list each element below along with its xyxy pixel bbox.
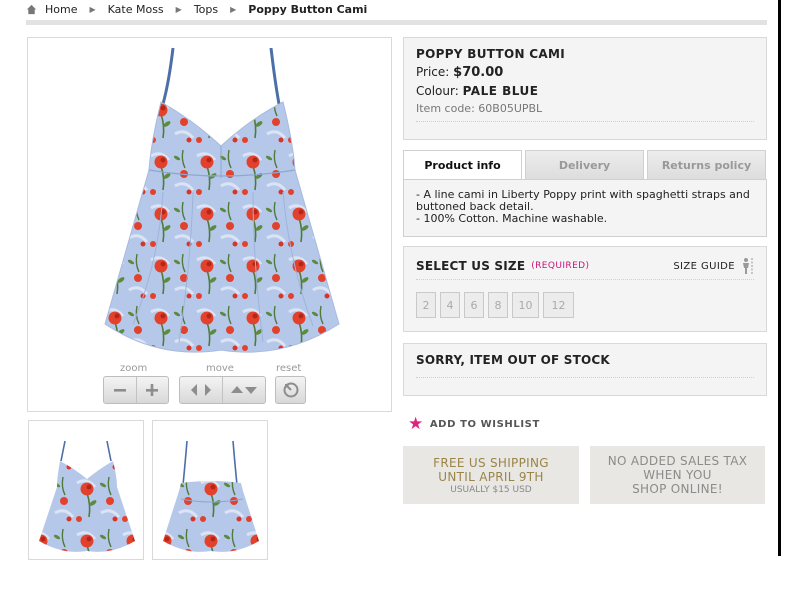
tab-returns-policy[interactable]: Returns policy <box>647 150 766 180</box>
size-option-8[interactable]: 8 <box>488 292 508 318</box>
zoom-label: zoom <box>120 363 148 374</box>
shipping-line-2: UNTIL APRIL 9TH <box>438 469 544 484</box>
tab-product-info[interactable]: Product info <box>403 150 522 180</box>
breadcrumb: Home ▶ Kate Moss ▶ Tops ▶ Poppy Button C… <box>26 2 367 16</box>
product-main-image[interactable] <box>103 42 373 364</box>
thumbnail-back[interactable] <box>152 420 268 560</box>
minus-icon <box>113 389 126 392</box>
size-options: 2 4 6 8 10 12 <box>416 292 754 318</box>
figure-icon <box>743 258 753 274</box>
size-selector: SELECT US SIZE (REQUIRED) SIZE GUIDE 2 4… <box>403 246 767 332</box>
price-label: Price: <box>416 65 450 79</box>
breadcrumb-tops[interactable]: Tops <box>194 3 218 16</box>
home-icon[interactable] <box>26 4 37 15</box>
description-line-2: - 100% Cotton. Machine washable. <box>416 212 608 225</box>
arrow-up-down-icon <box>231 386 257 394</box>
breadcrumb-separator-icon: ▶ <box>175 4 182 14</box>
price-value: $70.00 <box>453 65 504 80</box>
zoom-out-button[interactable] <box>104 377 137 403</box>
breadcrumb-kate-moss[interactable]: Kate Moss <box>108 3 164 16</box>
move-label: move <box>206 363 234 374</box>
product-summary: POPPY BUTTON CAMI Price: $70.00 Colour: … <box>403 37 767 140</box>
tab-delivery[interactable]: Delivery <box>525 150 644 180</box>
tab-panel-product-info: - A line cami in Liberty Poppy print wit… <box>403 179 767 237</box>
reset-control <box>275 376 306 404</box>
move-vertical-button[interactable] <box>223 377 265 403</box>
move-horizontal-button[interactable] <box>180 377 223 403</box>
tax-line-1: NO ADDED SALES TAX <box>607 454 748 468</box>
size-title: SELECT US SIZE <box>416 259 526 273</box>
thumbnail-front-image <box>39 440 135 552</box>
wishlist-label: ADD TO WISHLIST <box>429 418 540 430</box>
colour-value: PALE BLUE <box>462 84 539 98</box>
plus-icon <box>146 384 159 396</box>
top-divider <box>26 20 767 25</box>
size-guide-label: SIZE GUIDE <box>673 260 735 272</box>
size-divider <box>416 279 754 280</box>
shipping-note: USUALLY $15 USD <box>450 484 532 495</box>
thumbnail-back-image <box>163 440 259 552</box>
size-option-10[interactable]: 10 <box>512 292 539 318</box>
reset-button[interactable] <box>276 377 305 403</box>
free-shipping-banner[interactable]: FREE US SHIPPING UNTIL APRIL 9TH USUALLY… <box>403 446 579 504</box>
colour-label: Colour: <box>416 84 459 98</box>
no-sales-tax-banner[interactable]: NO ADDED SALES TAX WHEN YOU SHOP ONLINE! <box>590 446 765 504</box>
breadcrumb-separator-icon: ▶ <box>230 4 237 14</box>
size-guide-link[interactable]: SIZE GUIDE <box>673 257 754 275</box>
zoom-control <box>103 376 169 404</box>
window-edge <box>776 0 800 600</box>
arrow-left-right-icon <box>191 384 211 396</box>
colour-row: Colour: PALE BLUE <box>416 84 754 98</box>
reset-icon <box>283 382 298 398</box>
zoom-in-button[interactable] <box>137 377 169 403</box>
stock-status: SORRY, ITEM OUT OF STOCK <box>403 343 767 396</box>
shipping-line-1: FREE US SHIPPING <box>433 455 549 470</box>
item-code-value: 60B05UPBL <box>478 102 543 115</box>
star-icon: ★ <box>408 414 424 434</box>
tax-line-2: WHEN YOU <box>643 468 712 482</box>
size-option-2[interactable]: 2 <box>416 292 436 318</box>
item-code-row: Item code: 60B05UPBL <box>416 102 754 122</box>
description-line-1: - A line cami in Liberty Poppy print wit… <box>416 188 750 213</box>
size-option-4[interactable]: 4 <box>440 292 460 318</box>
breadcrumb-separator-icon: ▶ <box>89 4 96 14</box>
add-to-wishlist-link[interactable]: ★ ADD TO WISHLIST <box>408 414 540 434</box>
product-image-viewer: zoom move reset <box>27 37 392 412</box>
tax-line-3: SHOP ONLINE! <box>632 482 723 496</box>
size-option-12[interactable]: 12 <box>543 292 574 318</box>
product-title: POPPY BUTTON CAMI <box>416 47 566 61</box>
product-tabs: Product info Delivery Returns policy <box>403 150 767 180</box>
size-option-6[interactable]: 6 <box>464 292 484 318</box>
breadcrumb-current: Poppy Button Cami <box>248 2 368 16</box>
reset-label: reset <box>276 363 302 374</box>
out-of-stock-message: SORRY, ITEM OUT OF STOCK <box>416 353 754 378</box>
breadcrumb-home[interactable]: Home <box>45 3 77 16</box>
price-row: Price: $70.00 <box>416 65 754 80</box>
size-required-label: (REQUIRED) <box>531 261 590 271</box>
item-code-label: Item code: <box>416 102 475 115</box>
move-control <box>179 376 266 404</box>
thumbnail-front[interactable] <box>28 420 144 560</box>
